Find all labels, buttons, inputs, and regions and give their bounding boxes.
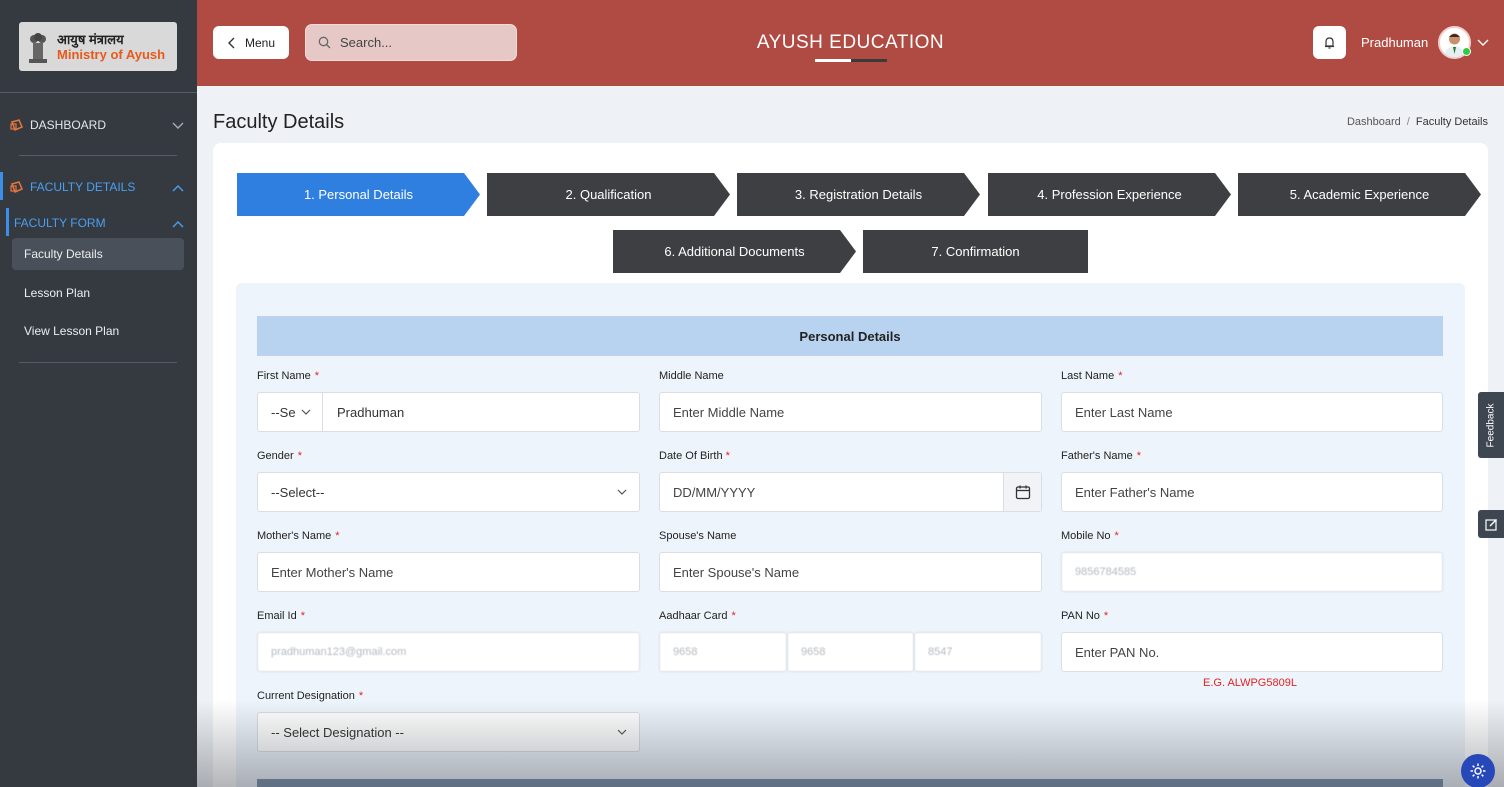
faculty-icon (10, 181, 23, 193)
gender-label: Gender * (257, 450, 302, 462)
sidebar-faculty-form-label: FACULTY FORM (14, 216, 106, 230)
last-name-label: Last Name * (1061, 370, 1123, 382)
logo-english-text: Ministry of Ayush (57, 46, 166, 62)
form-indicator (6, 208, 9, 236)
email-label: Email Id * (257, 610, 306, 622)
mother-name-input[interactable]: Enter Mother's Name (257, 552, 640, 592)
page-title: Faculty Details (213, 111, 345, 133)
father-name-label: Father's Name * (1061, 450, 1142, 462)
spouse-name-input[interactable]: Enter Spouse's Name (659, 552, 1042, 592)
feedback-label: Feedback (1485, 403, 1497, 447)
pan-label: PAN No * (1061, 610, 1109, 622)
pan-hint: E.G. ALWPG5809L (1203, 677, 1297, 689)
chevron-up-icon (172, 221, 184, 228)
sidebar-item-view-lesson-plan[interactable]: View Lesson Plan (12, 315, 184, 347)
email-input[interactable]: pradhuman123@gmail.com (257, 632, 640, 672)
feedback-tab[interactable]: Feedback (1478, 392, 1504, 458)
mother-name-label: Mother's Name * (257, 530, 340, 542)
aadhaar-part1-input[interactable]: 9658 (659, 632, 787, 672)
step-registration-details[interactable]: 3. Registration Details (737, 173, 980, 216)
edit-button[interactable] (1478, 510, 1504, 538)
designation-select[interactable]: -- Select Designation -- (257, 712, 640, 752)
sidebar-item-faculty-form[interactable]: FACULTY FORM (14, 216, 106, 230)
notification-button[interactable] (1313, 26, 1346, 59)
step-qualification[interactable]: 2. Qualification (487, 173, 730, 216)
breadcrumb-current: Faculty Details (1415, 116, 1488, 128)
mobile-label: Mobile No * (1061, 530, 1119, 542)
chevron-down-icon[interactable] (1477, 39, 1489, 47)
chevron-down-icon (617, 729, 627, 735)
first-name-input[interactable]: Pradhuman (323, 405, 404, 420)
sidebar-item-dashboard[interactable]: DASHBOARD (10, 118, 106, 132)
breadcrumb-dashboard[interactable]: Dashboard (1347, 116, 1401, 128)
step-additional-documents[interactable]: 6. Additional Documents (613, 230, 856, 273)
step-personal-details[interactable]: 1. Personal Details (237, 173, 480, 216)
sidebar-faculty-details-label: FACULTY DETAILS (30, 180, 136, 194)
first-name-label: First Name * (257, 370, 320, 382)
chevron-down-icon (301, 409, 310, 415)
sidebar: आयुष मंत्रालय Ministry of Ayush DASHBOAR… (0, 0, 197, 787)
last-name-input[interactable]: Enter Last Name (1061, 392, 1443, 432)
dob-input[interactable]: DD/MM/YYYY (659, 472, 1042, 512)
gear-icon (1470, 763, 1486, 779)
section-heading: Personal Details (257, 316, 1443, 356)
breadcrumb: Dashboard / Faculty Details (1346, 116, 1488, 128)
edit-icon (1484, 518, 1497, 531)
user-name[interactable]: Pradhuman (1361, 35, 1428, 50)
aadhaar-part3-input[interactable]: 8547 (914, 632, 1042, 672)
sidebar-item-faculty-details-page[interactable]: Faculty Details (12, 238, 184, 270)
emblem-icon (29, 32, 47, 63)
app-title: AYUSH EDUCATION (756, 32, 945, 53)
aadhaar-part2-input[interactable]: 9658 (787, 632, 914, 672)
middle-name-label: Middle Name (659, 370, 724, 382)
mobile-input[interactable]: 9856784585 (1061, 552, 1443, 592)
top-header: Menu Search... AYUSH EDUCATION Pradhuman (197, 0, 1504, 86)
online-status-dot (1462, 47, 1471, 56)
chevron-down-icon (172, 122, 184, 129)
sidebar-dashboard-label: DASHBOARD (30, 118, 107, 132)
spouse-name-label: Spouse's Name (659, 530, 737, 542)
middle-name-input[interactable]: Enter Middle Name (659, 392, 1042, 432)
dob-label: Date Of Birth * (659, 450, 730, 462)
ministry-logo[interactable]: आयुष मंत्रालय Ministry of Ayush (19, 22, 177, 71)
title-underline (815, 59, 887, 62)
sidebar-item-lesson-plan[interactable]: Lesson Plan (12, 277, 184, 309)
calendar-button[interactable] (1003, 473, 1041, 511)
father-name-input[interactable]: Enter Father's Name (1061, 472, 1443, 512)
next-section-heading (257, 779, 1443, 787)
chevron-down-icon (617, 489, 627, 495)
logo-hindi-text: आयुष मंत्रालय (57, 31, 124, 47)
sidebar-item-faculty-details[interactable]: FACULTY DETAILS (10, 180, 135, 194)
calendar-icon (1015, 485, 1030, 500)
gender-select[interactable]: --Select-- (257, 472, 640, 512)
step-profession-experience[interactable]: 4. Profession Experience (988, 173, 1231, 216)
active-indicator (0, 172, 3, 200)
dashboard-icon (10, 119, 23, 131)
step-academic-experience[interactable]: 5. Academic Experience (1238, 173, 1481, 216)
bell-icon (1325, 36, 1334, 49)
salutation-select[interactable]: --Se (258, 393, 323, 431)
chevron-up-icon (172, 185, 184, 192)
pan-input[interactable]: Enter PAN No. (1061, 632, 1443, 672)
step-confirmation[interactable]: 7. Confirmation (863, 230, 1088, 273)
aadhaar-label: Aadhaar Card * (659, 610, 736, 622)
designation-label: Current Designation * (257, 690, 364, 702)
first-name-field: --Se Pradhuman (257, 392, 640, 432)
settings-button[interactable] (1461, 754, 1495, 787)
